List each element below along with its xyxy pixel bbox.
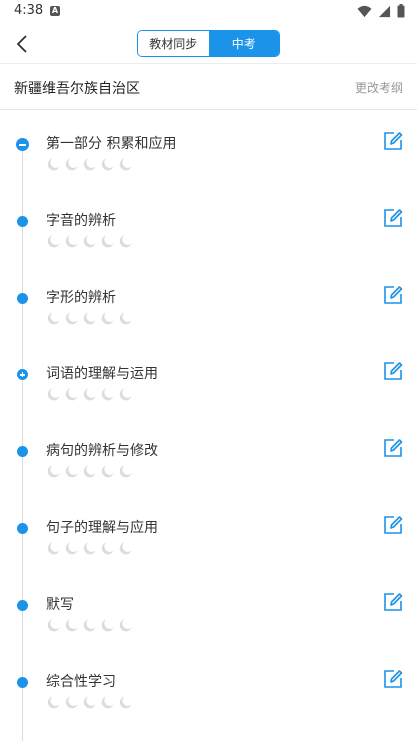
crescent-moon-icon (100, 618, 115, 633)
edit-icon[interactable] (382, 591, 404, 613)
crescent-moon-icon (82, 157, 97, 172)
crescent-moon-icon (46, 234, 61, 249)
nav-bar: 教材同步 中考 (0, 24, 417, 64)
edit-icon[interactable] (382, 360, 404, 382)
crescent-moon-icon (118, 311, 133, 326)
wifi-icon (357, 5, 372, 17)
crescent-moon-icon (64, 234, 79, 249)
tab-zhongkao[interactable]: 中考 (208, 31, 279, 56)
edit-icon[interactable] (382, 514, 404, 536)
chapter-title: 第一部分 积累和应用 (46, 136, 177, 152)
edit-icon[interactable] (382, 437, 404, 459)
timeline-dot (17, 523, 28, 534)
crescent-moon-icon (82, 541, 97, 556)
crescent-moon-icon (118, 234, 133, 249)
status-time: 4:38 (14, 3, 44, 18)
crescent-moon-icon (64, 464, 79, 479)
crescent-moon-icon (82, 311, 97, 326)
timeline-dot (17, 215, 28, 227)
status-bar: 4:38 A (0, 0, 417, 24)
chapter-title: 字音的辨析 (46, 212, 116, 229)
change-syllabus-link[interactable]: 更改考纲 (355, 79, 403, 96)
crescent-moon-icon (46, 464, 61, 479)
crescent-moon-icon (100, 387, 115, 402)
crescent-moon-icon (100, 234, 115, 249)
crescent-moon-icon (46, 311, 61, 326)
status-icons (357, 4, 405, 18)
difficulty-rating (46, 311, 133, 326)
crescent-moon-icon (118, 541, 133, 556)
crescent-moon-icon (64, 541, 79, 556)
timeline-dot (17, 599, 28, 611)
crescent-moon-icon (64, 695, 79, 710)
edit-icon[interactable] (382, 207, 404, 229)
difficulty-rating (46, 234, 133, 249)
crescent-moon-icon (118, 695, 133, 710)
difficulty-rating (46, 541, 133, 556)
region-name: 新疆维吾尔族自治区 (14, 81, 140, 97)
edit-icon[interactable] (382, 284, 404, 306)
crescent-moon-icon (46, 157, 61, 172)
crescent-moon-icon (82, 618, 97, 633)
difficulty-rating (46, 157, 133, 172)
signal-icon (378, 5, 391, 17)
difficulty-rating (46, 464, 133, 479)
collapse-icon[interactable] (16, 138, 29, 151)
chapter-item[interactable]: 病句的辨析与修改 (0, 437, 417, 513)
crescent-moon-icon (82, 234, 97, 249)
timeline-dot (17, 292, 28, 304)
crescent-moon-icon (82, 464, 97, 479)
chapter-title: 字形的辨析 (46, 289, 116, 306)
chapter-item[interactable]: 第一部分 积累和应用 (0, 130, 417, 206)
crescent-moon-icon (118, 157, 133, 172)
crescent-moon-icon (100, 157, 115, 172)
chapter-item[interactable]: 综合性学习 (0, 668, 417, 741)
crescent-moon-icon (100, 311, 115, 326)
chevron-left-icon (16, 35, 27, 53)
chapter-item[interactable]: 词语的理解与运用 (0, 360, 417, 436)
crescent-moon-icon (46, 387, 61, 402)
crescent-moon-icon (64, 618, 79, 633)
crescent-moon-icon (118, 618, 133, 633)
edit-icon[interactable] (382, 668, 404, 690)
difficulty-rating (46, 695, 133, 710)
battery-icon (397, 4, 405, 18)
crescent-moon-icon (46, 695, 61, 710)
timeline-dot (17, 446, 28, 458)
difficulty-rating (46, 618, 133, 633)
chapter-title: 病句的辨析与修改 (46, 443, 158, 460)
segment-control: 教材同步 中考 (137, 30, 280, 57)
chapter-item[interactable]: 字形的辨析 (0, 284, 417, 360)
back-button[interactable] (8, 30, 36, 58)
crescent-moon-icon (82, 387, 97, 402)
chapter-item[interactable]: 默写 (0, 591, 417, 667)
edit-icon[interactable] (382, 130, 404, 152)
chapter-title: 默写 (46, 596, 74, 613)
chapter-title: 句子的理解与应用 (46, 520, 158, 536)
chapter-title: 词语的理解与运用 (46, 366, 158, 383)
notification-icon: A (50, 6, 60, 16)
timeline-dot (17, 676, 28, 688)
crescent-moon-icon (118, 464, 133, 479)
crescent-moon-icon (64, 157, 79, 172)
difficulty-rating (46, 387, 133, 402)
chapter-item[interactable]: 句子的理解与应用 (0, 514, 417, 590)
chapter-item[interactable]: 字音的辨析 (0, 207, 417, 283)
crescent-moon-icon (64, 387, 79, 402)
chapter-title: 综合性学习 (46, 673, 116, 690)
crescent-moon-icon (46, 618, 61, 633)
crescent-moon-icon (118, 387, 133, 402)
crescent-moon-icon (100, 464, 115, 479)
crescent-moon-icon (46, 541, 61, 556)
crescent-moon-icon (100, 541, 115, 556)
crescent-moon-icon (82, 695, 97, 710)
region-bar: 新疆维吾尔族自治区 更改考纲 (0, 64, 417, 110)
expand-icon[interactable] (17, 369, 28, 381)
crescent-moon-icon (100, 695, 115, 710)
tab-textbook-sync[interactable]: 教材同步 (138, 31, 209, 56)
crescent-moon-icon (64, 311, 79, 326)
